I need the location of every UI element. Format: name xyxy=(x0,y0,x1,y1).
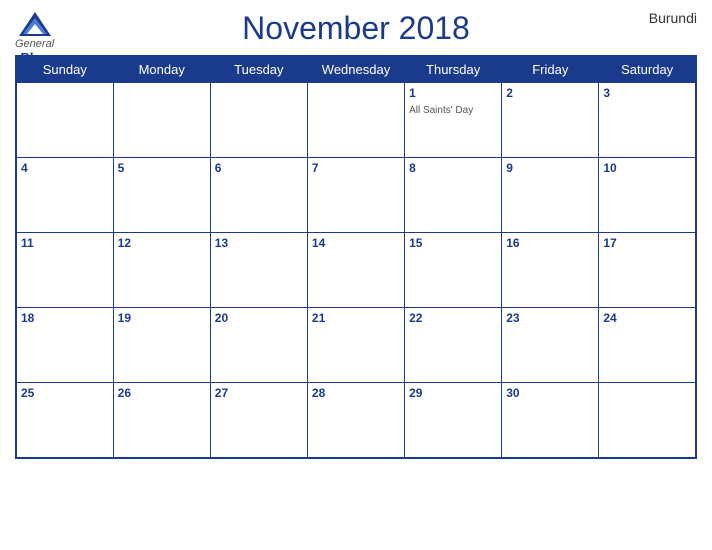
day-number: 17 xyxy=(603,236,691,250)
day-number: 10 xyxy=(603,161,691,175)
calendar-cell: 3 xyxy=(599,83,696,158)
calendar-cell: 21 xyxy=(307,308,404,383)
calendar-cell: 1 All Saints' Day xyxy=(405,83,502,158)
calendar-cell: 25 xyxy=(16,383,113,458)
day-number: 24 xyxy=(603,311,691,325)
calendar-cell xyxy=(16,83,113,158)
day-number: 11 xyxy=(21,236,109,250)
day-number: 9 xyxy=(506,161,594,175)
day-number: 25 xyxy=(21,386,109,400)
day-number: 26 xyxy=(118,386,206,400)
week-row-3: 11 12 13 14 15 16 17 xyxy=(16,233,696,308)
calendar-cell: 6 xyxy=(210,158,307,233)
day-number: 27 xyxy=(215,386,303,400)
day-header-friday: Friday xyxy=(502,56,599,83)
week-row-1: 1 All Saints' Day 23 xyxy=(16,83,696,158)
calendar-cell xyxy=(113,83,210,158)
day-number: 4 xyxy=(21,161,109,175)
calendar-cell: 28 xyxy=(307,383,404,458)
calendar-cell: 18 xyxy=(16,308,113,383)
month-title: November 2018 xyxy=(242,10,470,47)
day-number: 2 xyxy=(506,86,594,100)
day-number: 20 xyxy=(215,311,303,325)
calendar-cell: 10 xyxy=(599,158,696,233)
calendar-grid: SundayMondayTuesdayWednesdayThursdayFrid… xyxy=(15,55,697,459)
day-number: 13 xyxy=(215,236,303,250)
calendar-cell: 15 xyxy=(405,233,502,308)
calendar-cell xyxy=(307,83,404,158)
day-number: 1 xyxy=(409,86,497,100)
day-header-saturday: Saturday xyxy=(599,56,696,83)
calendar-cell: 27 xyxy=(210,383,307,458)
day-number: 30 xyxy=(506,386,594,400)
calendar-container: General Blue November 2018 Burundi Sunda… xyxy=(0,0,712,550)
week-row-2: 456789 10 xyxy=(16,158,696,233)
day-number: 23 xyxy=(506,311,594,325)
logo-blue-text: Blue xyxy=(20,50,48,65)
country-label: Burundi xyxy=(649,10,697,26)
day-header-monday: Monday xyxy=(113,56,210,83)
calendar-cell: 7 xyxy=(307,158,404,233)
week-row-5: 25 26 27 28 29 30 xyxy=(16,383,696,458)
calendar-cell: 20 xyxy=(210,308,307,383)
calendar-cell: 2 xyxy=(502,83,599,158)
calendar-cell: 12 xyxy=(113,233,210,308)
calendar-cell: 16 xyxy=(502,233,599,308)
day-number: 21 xyxy=(312,311,400,325)
calendar-header: General Blue November 2018 Burundi xyxy=(15,10,697,47)
day-header-thursday: Thursday xyxy=(405,56,502,83)
calendar-cell: 13 xyxy=(210,233,307,308)
day-number: 12 xyxy=(118,236,206,250)
day-number: 14 xyxy=(312,236,400,250)
day-number: 16 xyxy=(506,236,594,250)
day-number: 28 xyxy=(312,386,400,400)
calendar-cell xyxy=(210,83,307,158)
calendar-cell: 4 xyxy=(16,158,113,233)
calendar-cell: 19 xyxy=(113,308,210,383)
calendar-cell: 5 xyxy=(113,158,210,233)
calendar-cell: 11 xyxy=(16,233,113,308)
calendar-cell xyxy=(599,383,696,458)
day-number: 6 xyxy=(215,161,303,175)
logo-area: General Blue xyxy=(15,10,54,65)
calendar-cell: 17 xyxy=(599,233,696,308)
generalblue-logo-icon xyxy=(17,10,53,38)
day-headers-row: SundayMondayTuesdayWednesdayThursdayFrid… xyxy=(16,56,696,83)
day-number: 3 xyxy=(603,86,691,100)
calendar-cell: 14 xyxy=(307,233,404,308)
calendar-cell: 22 xyxy=(405,308,502,383)
week-row-4: 18 19 20 21 22 23 24 xyxy=(16,308,696,383)
calendar-cell: 30 xyxy=(502,383,599,458)
day-number: 22 xyxy=(409,311,497,325)
day-number: 7 xyxy=(312,161,400,175)
day-header-tuesday: Tuesday xyxy=(210,56,307,83)
calendar-cell: 26 xyxy=(113,383,210,458)
calendar-cell: 9 xyxy=(502,158,599,233)
calendar-cell: 8 xyxy=(405,158,502,233)
logo-general-text: General xyxy=(15,38,54,50)
day-number: 29 xyxy=(409,386,497,400)
day-number: 15 xyxy=(409,236,497,250)
day-number: 18 xyxy=(21,311,109,325)
calendar-cell: 24 xyxy=(599,308,696,383)
calendar-cell: 23 xyxy=(502,308,599,383)
holiday-text: All Saints' Day xyxy=(409,105,473,116)
calendar-cell: 29 xyxy=(405,383,502,458)
day-number: 19 xyxy=(118,311,206,325)
day-number: 8 xyxy=(409,161,497,175)
day-number: 5 xyxy=(118,161,206,175)
day-header-wednesday: Wednesday xyxy=(307,56,404,83)
